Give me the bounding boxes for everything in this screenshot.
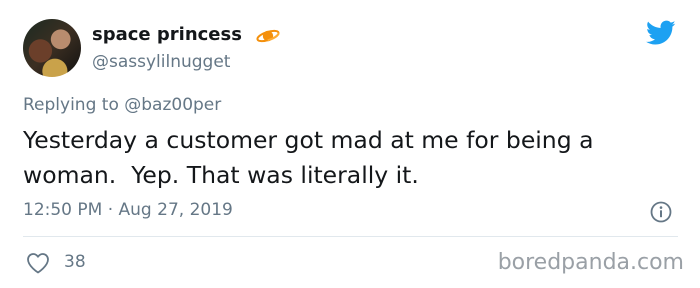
planet-icon — [256, 29, 280, 43]
like-count: 38 — [64, 252, 86, 272]
tweet-text: Yesterday a customer got mad at me for b… — [23, 126, 601, 189]
info-icon[interactable] — [650, 201, 672, 223]
display-name[interactable]: space princess — [92, 24, 242, 45]
twitter-bird-icon[interactable] — [646, 20, 676, 46]
tweet-timestamp[interactable]: 12:50 PM · Aug 27, 2019 — [23, 200, 233, 220]
watermark: boredpanda.com — [497, 250, 684, 275]
avatar[interactable] — [23, 19, 81, 77]
divider — [23, 236, 678, 237]
replying-to: Replying to @baz00per — [23, 95, 221, 115]
reply-mention-link[interactable]: @baz00per — [124, 95, 221, 115]
heart-icon[interactable] — [26, 252, 50, 274]
replying-prefix: Replying to — [23, 95, 125, 115]
user-handle[interactable]: @sassylilnugget — [92, 52, 230, 72]
